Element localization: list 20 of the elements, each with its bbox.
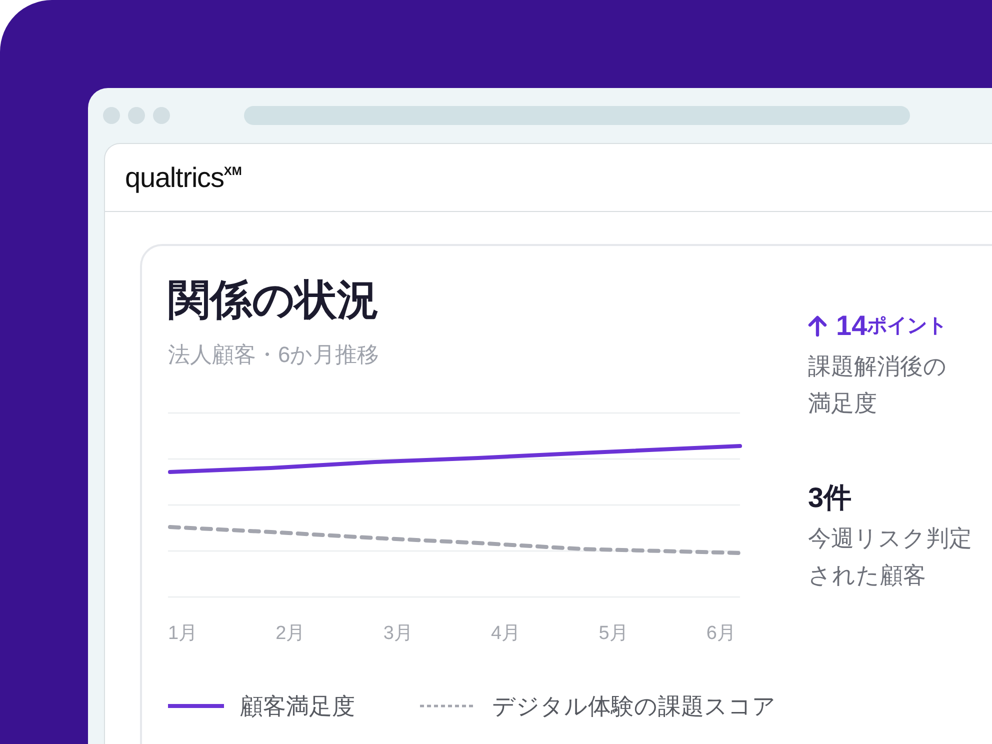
axis-label: 6月 <box>706 622 736 646</box>
up-arrow-icon <box>808 315 827 337</box>
axis-label: 5月 <box>598 622 628 646</box>
axis-label: 3月 <box>383 622 413 646</box>
window-dot-icon <box>128 107 145 124</box>
card-subtitle: 法人顧客・6か月推移 <box>168 341 380 369</box>
legend-label: デジタル体験の課題スコア <box>492 692 776 721</box>
stat-value: 3件 <box>808 481 852 515</box>
stat-value: 14 <box>836 309 868 343</box>
card-title: 関係の状況 <box>168 275 380 325</box>
window-dot-icon <box>153 107 170 124</box>
stat-caption: 課題解消後の満足度 <box>808 352 948 418</box>
window-dot-icon <box>103 107 120 124</box>
axis-label: 2月 <box>276 622 306 646</box>
stat-caption: 今週リスク判定された顧客 <box>808 524 973 590</box>
legend-label: 顧客満足度 <box>240 692 355 721</box>
stat-unit: ポイント <box>867 314 948 339</box>
logo-text: qualtrics$^{XM}$ <box>125 164 242 192</box>
axis-label: 1月 <box>168 622 198 646</box>
axis-label: 4月 <box>491 622 521 646</box>
